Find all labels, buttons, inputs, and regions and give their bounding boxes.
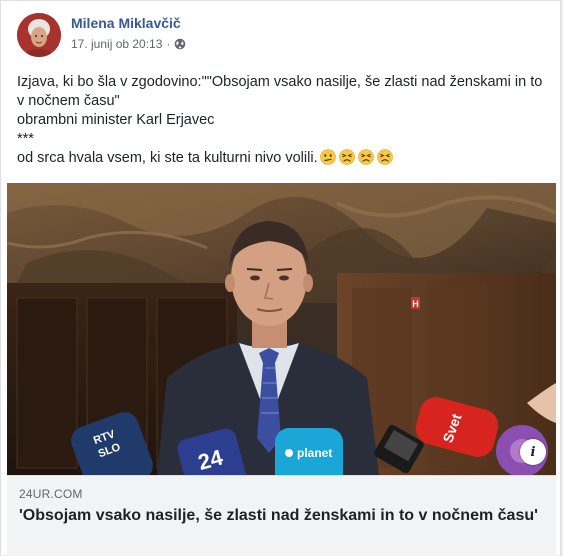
post-text-line-4-text: od srca hvala vsem, ki ste ta kulturni n… bbox=[17, 150, 318, 166]
persevering-face-icon bbox=[376, 149, 393, 165]
planet-label: planet bbox=[297, 446, 332, 460]
post-text: Izjava, ki bo šla v zgodovino:""Obsojam … bbox=[17, 73, 545, 168]
post-text-line-4: od srca hvala vsem, ki ste ta kulturni n… bbox=[17, 149, 545, 168]
globe-icon[interactable] bbox=[174, 38, 186, 50]
planet-microphone: planet bbox=[275, 428, 343, 475]
post-text-line-1: Izjava, ki bo šla v zgodovino:""Obsojam … bbox=[17, 74, 543, 109]
author-avatar[interactable] bbox=[17, 13, 61, 57]
persevering-face-icon bbox=[338, 149, 355, 165]
post-text-line-3: *** bbox=[17, 131, 34, 147]
link-title[interactable]: 'Obsojam vsako nasilje, še zlasti nad že… bbox=[19, 505, 544, 526]
link-domain: 24UR.COM bbox=[19, 487, 83, 501]
post-meta: 17. junij ob 20:13 · bbox=[71, 37, 186, 51]
persevering-face-icon bbox=[357, 149, 374, 165]
link-preview-image[interactable]: H RTV SLO 24 planet Svet i bbox=[7, 183, 556, 475]
facebook-post: Milena Miklavčič 17. junij ob 20:13 · Iz… bbox=[0, 0, 561, 556]
press-photo: H RTV SLO 24 planet Svet bbox=[7, 183, 556, 475]
link-preview-caption[interactable]: 24UR.COM 'Obsojam vsako nasilje, še zlas… bbox=[7, 475, 556, 556]
info-button[interactable]: i bbox=[520, 439, 546, 465]
emoji-group bbox=[319, 149, 393, 165]
post-text-line-2: obrambni minister Karl Erjavec bbox=[17, 112, 215, 128]
confused-face-icon bbox=[319, 149, 336, 165]
meta-separator: · bbox=[166, 37, 171, 51]
post-header: Milena Miklavčič 17. junij ob 20:13 · bbox=[17, 13, 537, 59]
author-name[interactable]: Milena Miklavčič bbox=[71, 15, 181, 31]
svg-text:H: H bbox=[412, 299, 419, 309]
post-timestamp[interactable]: 17. junij ob 20:13 bbox=[71, 37, 162, 51]
avatar-photo bbox=[17, 13, 61, 57]
